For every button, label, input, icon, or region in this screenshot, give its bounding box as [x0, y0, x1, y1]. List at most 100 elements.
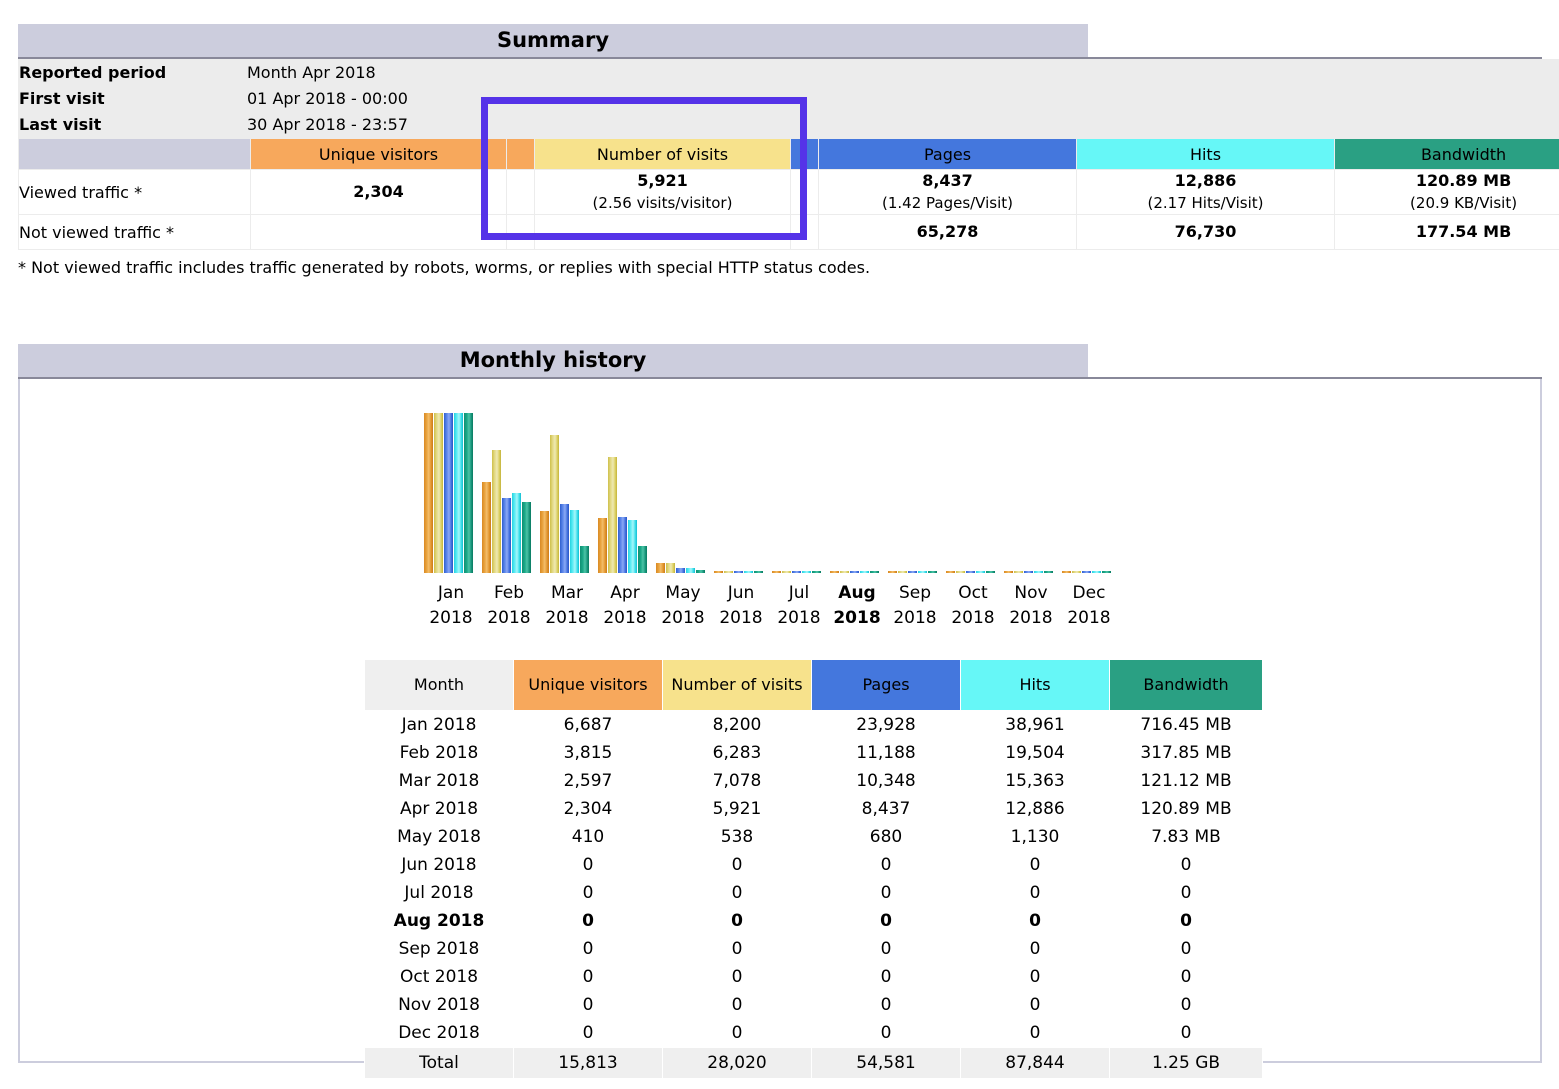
viewed-traffic-spacer-2	[791, 170, 819, 215]
cell-bandwidth: 0	[1110, 907, 1263, 935]
chart-bar-group	[712, 413, 770, 573]
not-viewed-pages-value: 65,278	[917, 222, 979, 241]
cell-unique-visitors: 2,597	[514, 767, 663, 795]
chart-bar-ht	[512, 493, 521, 573]
cell-pages: 10,348	[812, 767, 961, 795]
cell-hits: 0	[961, 907, 1110, 935]
cell-pages: 0	[812, 907, 961, 935]
cell-hits: 0	[961, 851, 1110, 879]
cell-pages: 0	[812, 963, 961, 991]
chart-tick-label: Mar2018	[538, 581, 596, 631]
chart-bar-uv	[540, 511, 549, 573]
last-visit-value: 30 Apr 2018 - 23:57	[247, 115, 408, 134]
cell-bandwidth: 121.12 MB	[1110, 767, 1263, 795]
cell-hits: 0	[961, 1019, 1110, 1048]
table-row: Nov 201800000	[365, 991, 1263, 1019]
chart-tick-label: May2018	[654, 581, 712, 631]
chart-bar-group	[886, 413, 944, 573]
table-row: Sep 201800000	[365, 935, 1263, 963]
chart-tick-year: 2018	[596, 606, 654, 631]
chart-bar-bw	[638, 546, 647, 573]
viewed-visits-value: 5,921	[637, 171, 688, 190]
chart-bar-pg	[1024, 571, 1033, 573]
chart-tick-label: Sep2018	[886, 581, 944, 631]
monthly-history-table-head: Month Unique visitors Number of visits P…	[365, 660, 1263, 711]
chart-bar-pg	[618, 517, 627, 573]
cell-unique-visitors: 0	[514, 935, 663, 963]
cell-hits: 38,961	[961, 711, 1110, 740]
table-row: Jan 20186,6878,20023,92838,961716.45 MB	[365, 711, 1263, 740]
cell-visits: 0	[663, 935, 812, 963]
cell-hits: 19,504	[961, 739, 1110, 767]
chart-tick-year: 2018	[712, 606, 770, 631]
chart-bar-pg	[1082, 571, 1091, 573]
chart-tick-year: 2018	[422, 606, 480, 631]
chart-bar-pg	[966, 571, 975, 573]
summary-header-row: Unique visitors Number of visits Pages H…	[19, 139, 1559, 170]
cell-hits: 0	[961, 991, 1110, 1019]
chart-bar-pg	[734, 571, 743, 573]
cell-hits: 12,886	[961, 795, 1110, 823]
cell-visits: 7,078	[663, 767, 812, 795]
total-cell-visits: 28,020	[663, 1048, 812, 1079]
chart-bar-group	[596, 413, 654, 573]
chart-bar-nv	[434, 413, 443, 573]
monthly-history-section: Monthly history Jan2018Feb2018Mar2018Apr…	[18, 344, 1542, 1063]
last-visit-line: Last visit30 Apr 2018 - 23:57	[19, 112, 1559, 138]
chart-bar-nv	[724, 571, 733, 573]
first-visit-value: 01 Apr 2018 - 00:00	[247, 89, 408, 108]
header-number-of-visits: Number of visits	[663, 660, 812, 711]
chart-tick-label: Jun2018	[712, 581, 770, 631]
cell-bandwidth: 0	[1110, 851, 1263, 879]
chart-bar-group	[422, 413, 480, 573]
summary-info-row: Reported periodMonth Apr 2018 First visi…	[19, 60, 1559, 139]
chart-bar-group	[1060, 413, 1118, 573]
viewed-hits-value: 12,886	[1175, 171, 1237, 190]
viewed-traffic-label: Viewed traffic *	[19, 170, 251, 215]
summary-footnote: * Not viewed traffic includes traffic ge…	[18, 257, 1542, 279]
cell-month: Mar 2018	[365, 767, 514, 795]
first-visit-line: First visit01 Apr 2018 - 00:00	[19, 86, 1559, 112]
chart-tick-year: 2018	[1060, 606, 1118, 631]
chart-bar-ht	[628, 520, 637, 573]
viewed-traffic-spacer-1	[507, 170, 535, 215]
chart-tick-year: 2018	[770, 606, 828, 631]
table-row: Apr 20182,3045,9218,43712,886120.89 MB	[365, 795, 1263, 823]
header-unique-visitors: Unique visitors	[514, 660, 663, 711]
chart-tick-year: 2018	[886, 606, 944, 631]
table-row: Oct 201800000	[365, 963, 1263, 991]
viewed-traffic-bandwidth: 120.89 MB (20.9 KB/Visit)	[1335, 170, 1559, 215]
not-viewed-traffic-unique-visitors	[251, 215, 507, 250]
chart-bar-ht	[744, 571, 753, 573]
cell-bandwidth: 0	[1110, 935, 1263, 963]
chart-tick-label: Aug2018	[828, 581, 886, 631]
monthly-history-table: Month Unique visitors Number of visits P…	[364, 659, 1263, 1079]
header-bandwidth: Bandwidth	[1110, 660, 1263, 711]
chart-bar-bw	[1044, 571, 1053, 573]
chart-bar-uv	[656, 563, 665, 573]
chart-bar-nv	[1014, 571, 1023, 573]
summary-section: Summary Reported periodMonth Apr 2018 Fi…	[18, 24, 1542, 279]
chart-tick-label: Nov2018	[1002, 581, 1060, 631]
cell-visits: 6,283	[663, 739, 812, 767]
chart-tick-year: 2018	[944, 606, 1002, 631]
cell-hits: 0	[961, 879, 1110, 907]
chart-bar-ht	[918, 571, 927, 573]
not-viewed-hits-value: 76,730	[1175, 222, 1237, 241]
chart-bar-uv	[772, 571, 781, 573]
not-viewed-traffic-pages: 65,278	[819, 215, 1077, 250]
viewed-traffic-unique-visitors: 2,304	[251, 170, 507, 215]
cell-unique-visitors: 0	[514, 851, 663, 879]
cell-bandwidth: 0	[1110, 991, 1263, 1019]
cell-visits: 0	[663, 991, 812, 1019]
cell-bandwidth: 0	[1110, 963, 1263, 991]
chart-tick-month: Oct	[944, 581, 1002, 606]
table-row: Jul 201800000	[365, 879, 1263, 907]
table-row: Dec 201800000	[365, 1019, 1263, 1048]
cell-hits: 0	[961, 963, 1110, 991]
total-cell-month: Total	[365, 1048, 514, 1079]
chart-bar-pg	[676, 568, 685, 573]
reported-period-value: Month Apr 2018	[247, 63, 376, 82]
last-visit-label: Last visit	[19, 112, 247, 137]
chart-tick-month: Apr	[596, 581, 654, 606]
